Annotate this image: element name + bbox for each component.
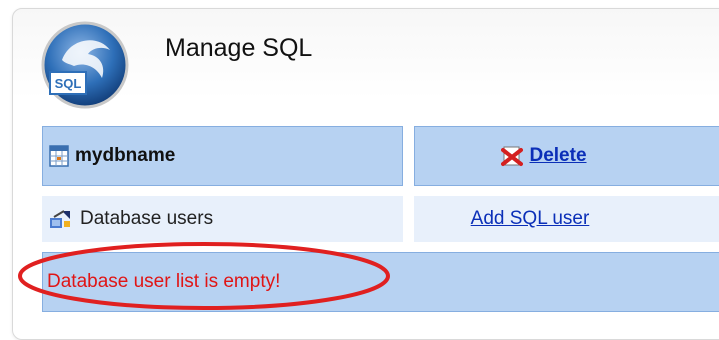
delete-icon[interactable] [501,145,524,167]
delete-link[interactable]: Delete [529,145,586,167]
empty-user-list-message: Database user list is empty! [47,271,281,292]
database-name-cell: mydbname [42,126,403,186]
empty-user-list-message-row: Database user list is empty! [42,252,719,312]
delete-cell: Delete [414,126,719,186]
database-table-icon [49,145,69,167]
add-sql-user-link[interactable]: Add SQL user [471,208,590,230]
svg-text:SQL: SQL [55,76,82,91]
page-title: Manage SQL [165,34,313,62]
database-users-label: Database users [80,208,214,229]
add-user-cell: Add SQL user [414,196,719,242]
database-name: mydbname [75,145,176,166]
mysql-dolphin-logo: SQL [41,21,129,109]
database-users-icon [50,210,70,228]
database-users-cell: Database users [42,196,403,242]
